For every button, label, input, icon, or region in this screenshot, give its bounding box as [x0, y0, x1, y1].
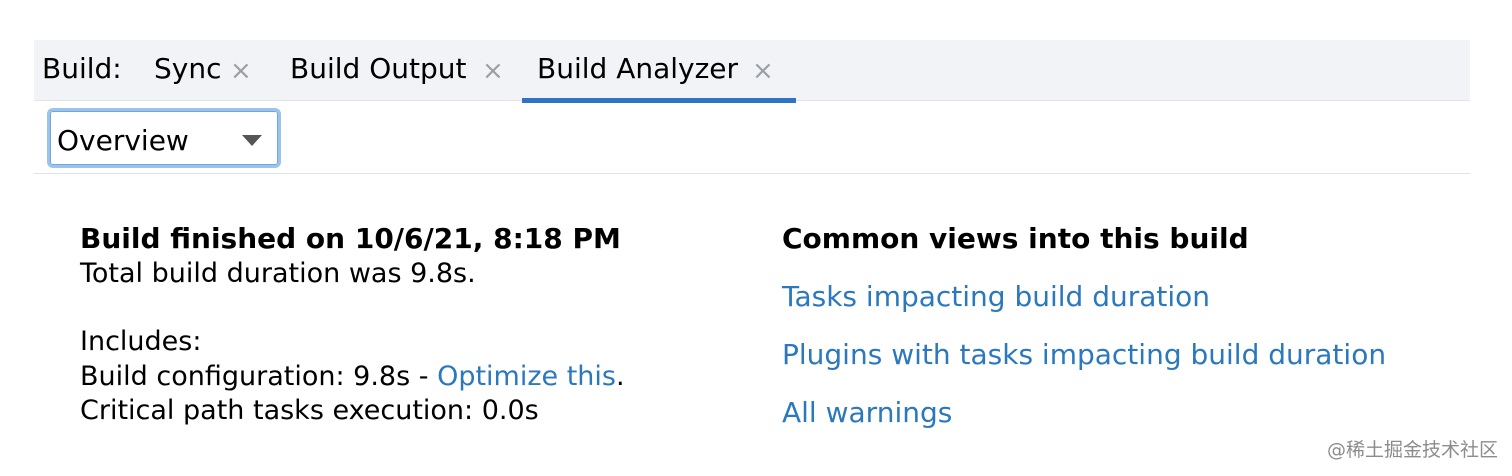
common-views-panel: Common views into this build Tasks impac…: [782, 222, 1386, 430]
active-tab-indicator: [522, 98, 796, 103]
tab-build-output[interactable]: Build Output ×: [290, 40, 510, 101]
critical-path-text: Critical path tasks execution: 0.0s: [80, 395, 539, 426]
tab-build-output-label: Build Output: [290, 52, 467, 85]
divider: [34, 173, 1470, 174]
build-duration-text: Total build duration was 9.8s.: [80, 257, 476, 289]
build-configuration-line: Build configuration: 9.8s - Optimize thi…: [80, 360, 625, 395]
watermark: @稀土掘金技术社区: [1326, 439, 1498, 461]
view-selector-dropdown[interactable]: Overview: [47, 108, 281, 168]
build-summary: Build finished on 10/6/21, 8:18 PM Total…: [80, 222, 625, 429]
all-warnings-link[interactable]: All warnings: [782, 396, 1386, 430]
build-configuration-text: Build configuration: 9.8s -: [80, 360, 438, 392]
period-text: .: [615, 360, 625, 392]
close-icon[interactable]: ×: [230, 56, 252, 86]
chevron-down-icon: [242, 135, 262, 146]
view-selector-value: Overview: [57, 124, 189, 157]
includes-label: Includes:: [80, 326, 202, 357]
common-views-heading: Common views into this build: [782, 222, 1249, 255]
plugins-impacting-build-duration-link[interactable]: Plugins with tasks impacting build durat…: [782, 338, 1386, 372]
build-label: Build:: [42, 52, 122, 85]
tab-build-analyzer[interactable]: Build Analyzer ×: [522, 40, 796, 103]
tab-sync-label: Sync: [154, 52, 222, 85]
build-tool-window-tabbar: Build: Sync × Build Output × Build Analy…: [34, 40, 1470, 103]
build-finished-heading: Build finished on 10/6/21, 8:18 PM: [80, 222, 621, 255]
tab-build-analyzer-label: Build Analyzer: [537, 52, 739, 85]
close-icon[interactable]: ×: [752, 56, 774, 86]
tab-sync[interactable]: Sync ×: [154, 40, 264, 101]
tasks-impacting-build-duration-link[interactable]: Tasks impacting build duration: [782, 280, 1386, 314]
close-icon[interactable]: ×: [482, 56, 504, 86]
optimize-this-link[interactable]: Optimize this: [437, 361, 616, 392]
